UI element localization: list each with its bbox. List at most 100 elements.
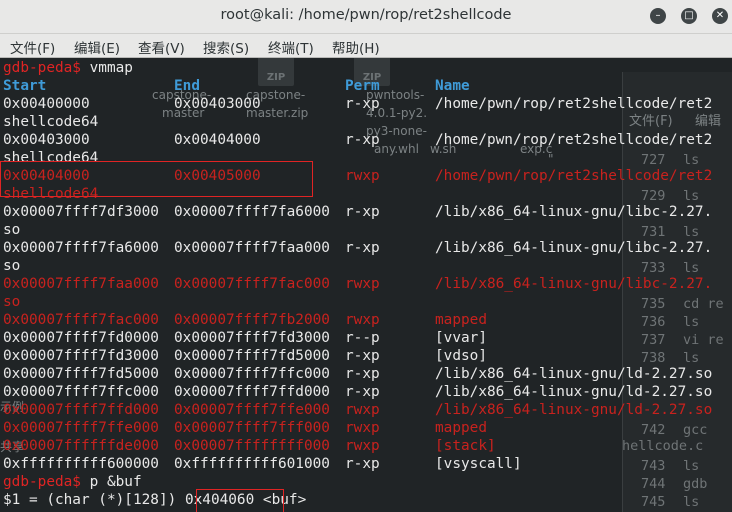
header-start: Start (3, 78, 47, 94)
cell-start: 0x00007ffff7df3000 (3, 204, 159, 220)
cell-name: /home/pwn/rop/ret2shellcode/ret2 (435, 96, 713, 112)
cell-perm: rwxp (345, 402, 380, 418)
cell-name: /home/pwn/rop/ret2shellcode/ret2 (435, 132, 713, 148)
cell-start: 0x00007ffff7fac000 (3, 312, 159, 328)
table-row: 0x00007ffffffde000 0x00007ffffffff000 rwxp… (3, 437, 732, 455)
cell-end: 0x00007ffff7fa6000 (174, 204, 330, 220)
cell-end: 0x00007ffffffff000 (174, 438, 330, 454)
cell-name: mapped (435, 420, 487, 436)
cell-end: 0x00007ffff7faa000 (174, 240, 330, 256)
table-row: 0x00400000 0x00403000 r-xp/home/pwn/rop/re… (3, 95, 732, 113)
history-cmd: cd re (683, 296, 724, 312)
cell-start: 0x00403000 (3, 132, 90, 148)
cell-end: 0x00007ffff7fac000 (174, 276, 330, 292)
terminal-area[interactable]: ZIP ZIP capstone- master capstone- maste… (0, 58, 732, 512)
cell-start: 0x00007ffff7fd3000 (3, 348, 159, 364)
command-line: gdb-peda$ vmmap (3, 59, 133, 77)
title-bar: root@kali: /home/pwn/rop/ret2shellcode –… (0, 0, 732, 34)
table-row: 0x00007ffff7fd3000 0x00007ffff7fd5000 r-xp… (3, 347, 732, 365)
history-cmd: ls (683, 152, 700, 168)
header-name: Name (435, 78, 470, 94)
table-row: 0x00403000 0x00404000 r-xp/home/pwn/rop/re… (3, 131, 732, 149)
cell-start: 0x00400000 (3, 96, 90, 112)
cell-perm: rwxp (345, 276, 380, 292)
menu-terminal[interactable]: 终端(T) (268, 37, 314, 57)
cell-name: /lib/x86_64-linux-gnu/libc-2.27. (435, 276, 713, 292)
table-row: 0x00007ffff7fac000 0x00007ffff7fb2000 rwxp… (3, 311, 732, 329)
cell-start: 0x00007ffff7faa000 (3, 276, 159, 292)
menu-edit[interactable]: 编辑(E) (74, 37, 120, 57)
menu-view[interactable]: 查看(V) (138, 37, 185, 57)
table-row: 0x00007ffff7ffd000 0x00007ffff7ffe000 rwxp… (3, 401, 732, 419)
history-cmd: ls (683, 494, 700, 510)
table-row: 0x00007ffff7df3000 0x00007ffff7fa6000 r-xp… (3, 203, 732, 221)
cell-end: 0x00403000 (174, 96, 261, 112)
cell-end: 0x00007ffff7fd5000 (174, 348, 330, 364)
cell-name: [stack] (435, 438, 496, 454)
command-line: gdb-peda$ p &buf (3, 473, 142, 491)
menu-file[interactable]: 文件(F) (10, 37, 55, 57)
history-cmd: gdb (683, 476, 708, 492)
history-number: 731 (641, 224, 666, 240)
cell-name: /lib/x86_64-linux-gnu/ld-2.27.so (435, 366, 713, 382)
cell-name: /lib/x86_64-linux-gnu/ld-2.27.so (435, 384, 713, 400)
table-row: 0x00007ffff7fd0000 0x00007ffff7fd3000 r--p… (3, 329, 732, 347)
command-text: vmmap (80, 60, 133, 76)
cell-perm: r-xp (345, 240, 380, 256)
table-row: 0x00007ffff7ffe000 0x00007ffff7fff000 rwxp… (3, 419, 732, 437)
cell-start: 0x00007ffff7fa6000 (3, 240, 159, 256)
highlight-box (196, 489, 284, 512)
cell-start: 0x00007ffff7fd5000 (3, 366, 159, 382)
table-row-wrap: so (3, 294, 21, 310)
gdb-prompt: gdb-peda$ (3, 60, 81, 76)
history-number: 727 (641, 152, 666, 168)
table-row-wrap: shellcode64 (3, 114, 99, 130)
table-row: 0x00007ffff7fa6000 0x00007ffff7faa000 r-xp… (3, 239, 732, 257)
cell-end: 0x00007ffff7fb2000 (174, 312, 330, 328)
cell-perm: r-xp (345, 348, 380, 364)
cell-start: 0xffffffffff600000 (3, 456, 159, 472)
cell-perm: rwxp (345, 420, 380, 436)
cell-end: 0x00007ffff7ffd000 (174, 384, 330, 400)
result-prefix: $1 = (char (*)[128]) (3, 492, 185, 508)
cell-name: [vdso] (435, 348, 487, 364)
cell-end: 0x00007ffff7ffc000 (174, 366, 330, 382)
cell-perm: r-xp (345, 132, 380, 148)
cell-name: [vsyscall] (435, 456, 522, 472)
table-row: 0x00007ffff7faa000 0x00007ffff7fac000 rwxp… (3, 275, 732, 293)
cell-perm: rwxp (345, 168, 380, 184)
cell-start: 0x00007ffff7ffe000 (3, 420, 159, 436)
cell-perm: r-xp (345, 456, 380, 472)
cell-end: 0x00007ffff7fd3000 (174, 330, 330, 346)
menu-bar: 文件(F) 编辑(E) 查看(V) 搜索(S) 终端(T) 帮助(H) (0, 34, 732, 58)
close-icon[interactable]: ✕ (712, 8, 728, 24)
table-header: Start End Perm Name (3, 77, 728, 95)
cell-start: 0x00007ffff7fd0000 (3, 330, 159, 346)
table-row: 0xffffffffff600000 0xffffffffff601000 r-xp… (3, 455, 732, 473)
cell-name: /home/pwn/rop/ret2shellcode/ret2 (435, 168, 713, 184)
cell-start: 0x00007ffff7ffd000 (3, 402, 159, 418)
history-cmd: ls (683, 260, 700, 276)
table-row-wrap: so (3, 258, 21, 274)
cell-perm: r-xp (345, 366, 380, 382)
menu-help[interactable]: 帮助(H) (332, 37, 380, 57)
cell-start: 0x00007ffff7ffc000 (3, 384, 159, 400)
cell-perm: r--p (345, 330, 380, 346)
highlight-box (0, 161, 313, 197)
command-text: p &buf (80, 474, 142, 490)
maximize-icon[interactable]: □ (681, 8, 697, 24)
window-title: root@kali: /home/pwn/rop/ret2shellcode (220, 7, 512, 23)
cell-start: 0x00007ffffffde000 (3, 438, 159, 454)
cell-name: [vvar] (435, 330, 487, 346)
background-fragment: " (548, 152, 554, 166)
gdb-prompt: gdb-peda$ (3, 474, 81, 490)
history-number: 735 (641, 296, 666, 312)
menu-search[interactable]: 搜索(S) (203, 37, 249, 57)
history-number: 729 (641, 188, 666, 204)
cell-perm: rwxp (345, 438, 380, 454)
minimize-icon[interactable]: – (650, 8, 666, 24)
cell-name: /lib/x86_64-linux-gnu/libc-2.27. (435, 240, 713, 256)
header-perm: Perm (345, 78, 380, 94)
history-number: 744 (641, 476, 666, 492)
history-number: 733 (641, 260, 666, 276)
